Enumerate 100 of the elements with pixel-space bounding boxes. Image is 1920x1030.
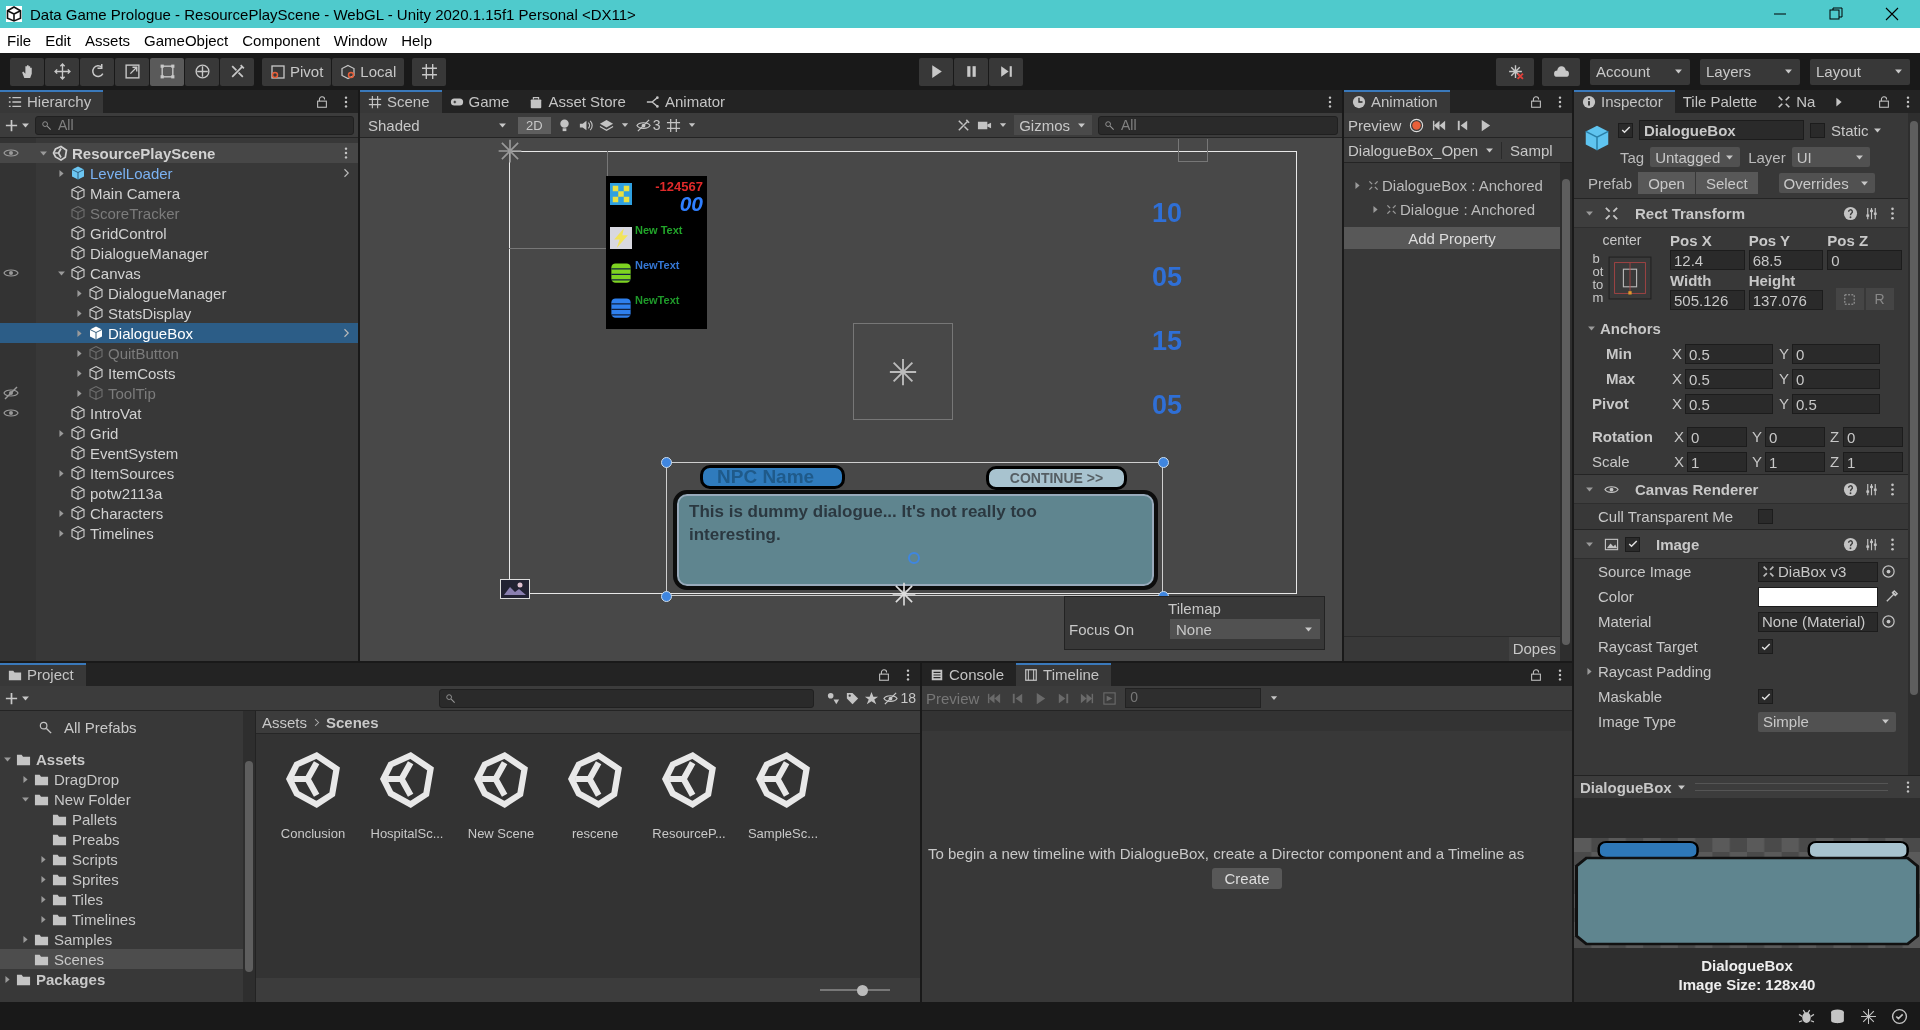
record-icon[interactable] — [1409, 117, 1425, 133]
foldout-arrow-icon[interactable] — [56, 507, 67, 519]
foldout-arrow-icon[interactable] — [1352, 179, 1363, 191]
custom-tool-icon[interactable] — [220, 57, 254, 86]
hierarchy-item[interactable]: Grid — [0, 423, 358, 443]
component-header[interactable]: Canvas Renderer — [1574, 474, 1908, 504]
grid-icon[interactable] — [666, 117, 682, 133]
foldout-arrow-icon[interactable] — [1370, 203, 1381, 215]
account-dropdown[interactable]: Account — [1590, 58, 1690, 85]
check-icon[interactable] — [1891, 1007, 1908, 1025]
effects-icon[interactable] — [598, 117, 614, 133]
foldout-arrow-icon[interactable] — [38, 873, 49, 885]
scrollbar[interactable] — [1560, 163, 1572, 661]
layers-dropdown[interactable]: Layers — [1700, 58, 1800, 85]
hand-tool-icon[interactable] — [10, 57, 44, 86]
layout-dropdown[interactable]: Layout — [1810, 58, 1910, 85]
layer-dropdown[interactable]: UI — [1791, 147, 1870, 167]
menu-item[interactable]: Window — [326, 32, 395, 49]
number-field[interactable]: 0 — [1765, 426, 1825, 447]
name-field[interactable]: DialogueBox — [1639, 120, 1804, 140]
object-field[interactable]: None (Material) — [1758, 611, 1878, 632]
folder-item[interactable]: Assets — [0, 749, 243, 769]
hierarchy-item[interactable]: DialogueBox — [0, 323, 358, 343]
number-field[interactable]: 0.5 — [1685, 368, 1773, 389]
folder-item[interactable]: Pallets — [0, 809, 243, 829]
foldout-arrow-icon[interactable] — [38, 853, 49, 865]
play-icon[interactable] — [919, 57, 954, 86]
menu-item[interactable]: GameObject — [137, 32, 236, 49]
resize-grip[interactable] — [1694, 783, 1888, 791]
number-field[interactable]: 1 — [1843, 451, 1903, 472]
foldout-arrow-icon[interactable] — [56, 427, 67, 439]
view-tab[interactable]: Animator — [637, 90, 737, 113]
object-picker-icon[interactable] — [1881, 614, 1896, 629]
lock-icon[interactable] — [877, 667, 891, 682]
lock-icon[interactable] — [315, 94, 329, 109]
shading-dropdown[interactable]: Shaded — [364, 116, 512, 134]
scene-asset[interactable]: rescene — [556, 750, 634, 841]
checkbox[interactable] — [1758, 639, 1773, 654]
hidden-packages-toggle[interactable]: 18 — [883, 690, 916, 706]
help-icon[interactable] — [1843, 536, 1858, 552]
gizmo-off-icon[interactable] — [1860, 1007, 1877, 1025]
number-field[interactable]: 137.076 — [1748, 290, 1824, 310]
hierarchy-item[interactable]: Canvas — [0, 263, 358, 283]
presets-icon[interactable] — [1864, 481, 1879, 497]
number-field[interactable]: 1 — [1687, 451, 1747, 472]
hierarchy-item[interactable]: Main Camera — [0, 183, 358, 203]
search-field[interactable] — [439, 688, 815, 708]
pivot-handle[interactable] — [908, 552, 920, 564]
foldout-arrow-icon[interactable] — [1586, 323, 1597, 334]
static-checkbox[interactable] — [1810, 122, 1825, 138]
tools-icon[interactable] — [956, 117, 972, 133]
presets-icon[interactable] — [1864, 205, 1879, 221]
scene-asset[interactable]: HospitalSc... — [368, 750, 446, 841]
foldout-arrow-icon[interactable] — [74, 307, 85, 319]
hierarchy-item[interactable]: ItemSources — [0, 463, 358, 483]
hierarchy-item[interactable]: DialogueManager — [0, 283, 358, 303]
search-field[interactable]: All — [35, 115, 354, 135]
number-field[interactable]: 0.5 — [1685, 343, 1773, 364]
active-checkbox[interactable] — [1618, 122, 1633, 138]
scene-header[interactable]: ResourcePlayScene — [0, 143, 358, 163]
project-tab[interactable]: Project — [0, 663, 86, 686]
folder-item[interactable]: Packages — [0, 969, 243, 989]
folder-item[interactable]: Sprites — [0, 869, 243, 889]
create-button[interactable]: Create — [1212, 867, 1282, 889]
blueprint-button[interactable] — [1835, 288, 1864, 310]
pivot-button[interactable]: Pivot — [262, 57, 332, 86]
component-header[interactable]: Rect Transform — [1574, 198, 1908, 228]
foldout-arrow-icon[interactable] — [56, 527, 67, 539]
foldout-arrow-icon[interactable] — [2, 973, 13, 985]
database-icon[interactable] — [1829, 1007, 1846, 1025]
checkbox[interactable] — [1758, 509, 1773, 524]
scene-asset[interactable]: Conclusion — [274, 750, 352, 841]
restore-icon[interactable] — [1828, 6, 1844, 22]
number-field[interactable]: 0 — [1687, 426, 1747, 447]
object-picker-icon[interactable] — [1881, 564, 1896, 579]
folder-item[interactable]: Timelines — [0, 909, 243, 929]
bug-icon[interactable] — [1798, 1007, 1815, 1025]
view-tab[interactable]: Asset Store — [521, 90, 638, 113]
rotate-tool-icon[interactable] — [80, 57, 114, 86]
step-icon[interactable] — [989, 57, 1024, 86]
hidden-objects-toggle[interactable]: 3 — [635, 117, 661, 133]
object-field[interactable]: DiaBox v3 — [1758, 561, 1878, 582]
pause-icon[interactable] — [954, 57, 989, 86]
hierarchy-tab[interactable]: Hierarchy — [0, 90, 104, 113]
dopesheet-tab[interactable]: Dopes — [1508, 637, 1560, 661]
image-type-dropdown[interactable]: Simple — [1758, 711, 1896, 732]
scene-asset[interactable]: ResourceP... — [650, 750, 728, 841]
menu-item[interactable]: Help — [394, 32, 440, 49]
search-field[interactable]: All — [1098, 115, 1338, 135]
foldout-arrow-icon[interactable] — [56, 467, 67, 479]
folder-item[interactable]: Scripts — [0, 849, 243, 869]
number-field[interactable]: 12.4 — [1670, 250, 1745, 270]
breadcrumb-link[interactable]: Assets — [262, 713, 307, 731]
resize-handle[interactable] — [661, 591, 672, 602]
checkbox[interactable] — [1758, 689, 1773, 704]
breadcrumb-link[interactable]: Scenes — [326, 713, 379, 731]
selection-rect[interactable] — [666, 462, 1163, 596]
scrollbar[interactable] — [243, 711, 255, 1002]
folder-item[interactable]: DragDrop — [0, 769, 243, 789]
hierarchy-item[interactable]: Characters — [0, 503, 358, 523]
